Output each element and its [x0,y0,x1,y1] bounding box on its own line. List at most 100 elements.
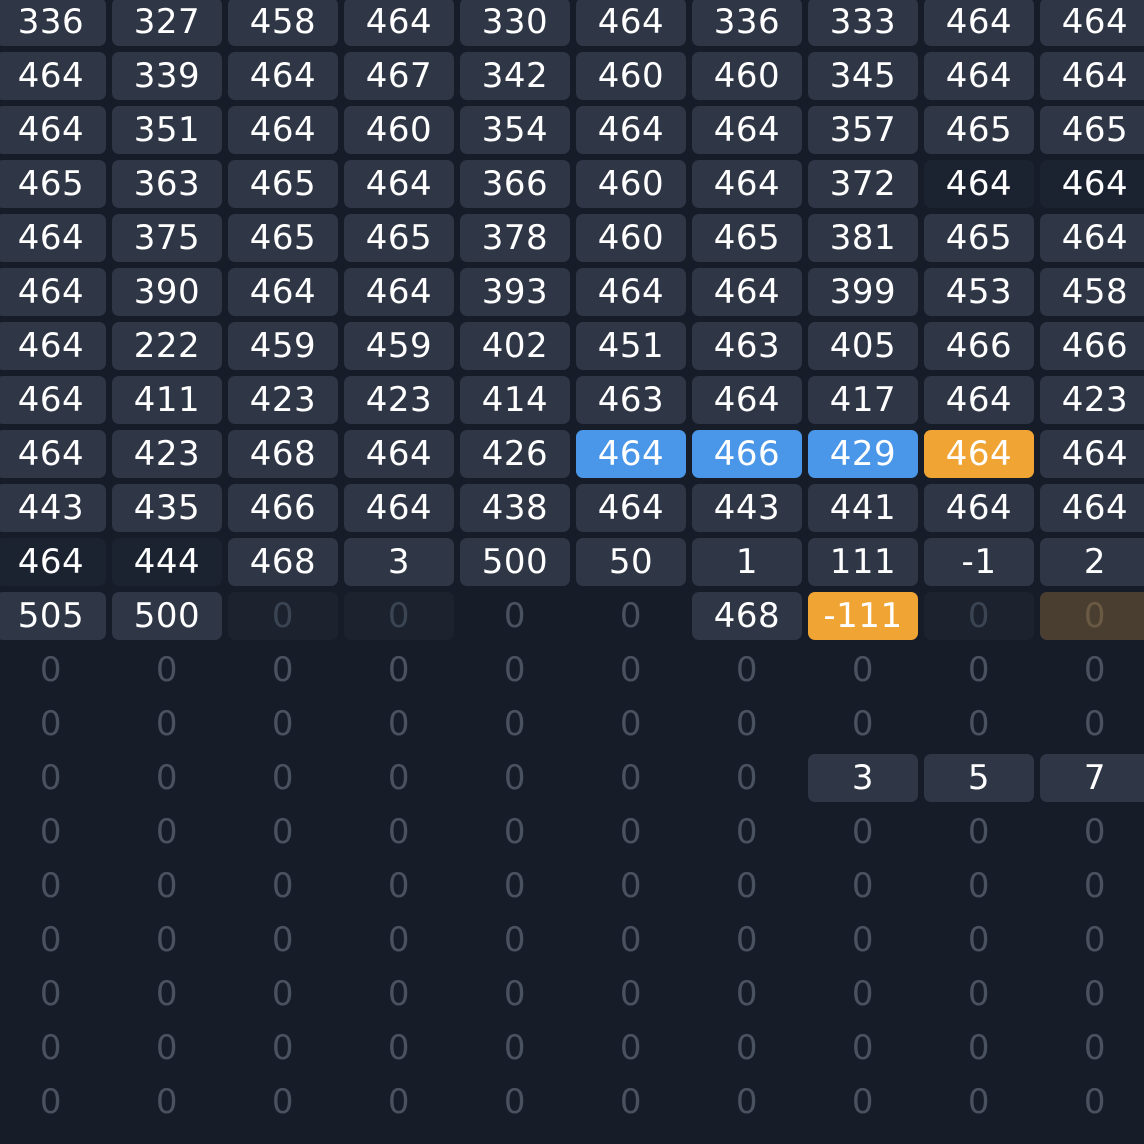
grid-cell[interactable]: 0 [460,970,570,1018]
grid-cell[interactable]: 402 [460,322,570,370]
grid-cell[interactable]: 464 [1040,160,1144,208]
grid-cell-highlighted-orange[interactable]: 464 [924,430,1034,478]
grid-cell[interactable]: 0 [808,970,918,1018]
grid-cell[interactable]: -1 [924,538,1034,586]
grid-cell[interactable]: 0 [924,1024,1034,1072]
grid-cell[interactable]: 0 [228,1024,338,1072]
grid-cell[interactable]: 500 [460,538,570,586]
grid-cell[interactable]: 0 [460,646,570,694]
grid-cell[interactable]: 0 [808,808,918,856]
grid-cell[interactable]: 464 [0,52,106,100]
grid-cell[interactable]: 458 [1040,268,1144,316]
grid-cell[interactable]: 0 [344,646,454,694]
grid-cell[interactable]: 0 [576,646,686,694]
grid-cell[interactable]: 0 [228,808,338,856]
grid-cell[interactable]: 0 [228,862,338,910]
grid-cell[interactable]: 460 [344,106,454,154]
grid-cell[interactable]: 464 [228,268,338,316]
grid-cell[interactable]: 0 [112,970,222,1018]
grid-cell[interactable]: 464 [692,376,802,424]
grid-cell-highlighted-blue[interactable]: 429 [808,430,918,478]
grid-cell[interactable]: 0 [344,970,454,1018]
grid-cell[interactable]: 0 [0,916,106,964]
grid-cell[interactable]: 463 [576,376,686,424]
grid-cell[interactable]: 378 [460,214,570,262]
grid-cell[interactable]: 464 [228,52,338,100]
grid-cell[interactable]: 464 [344,430,454,478]
grid-cell[interactable]: 500 [112,592,222,640]
grid-cell[interactable]: 0 [924,592,1034,640]
grid-cell[interactable]: 0 [1040,862,1144,910]
grid-cell[interactable]: 464 [692,160,802,208]
grid-cell[interactable]: 464 [576,106,686,154]
grid-cell[interactable]: 0 [1040,1078,1144,1126]
grid-cell[interactable]: 0 [112,916,222,964]
grid-cell[interactable]: 0 [808,646,918,694]
grid-cell[interactable]: 0 [460,592,570,640]
grid-cell[interactable]: 460 [576,214,686,262]
grid-cell[interactable]: 411 [112,376,222,424]
grid-cell[interactable]: 0 [0,1024,106,1072]
grid-cell[interactable]: 1 [692,538,802,586]
grid-cell[interactable]: 0 [692,1078,802,1126]
grid-cell[interactable]: 0 [460,808,570,856]
grid-cell[interactable]: 460 [576,160,686,208]
grid-cell[interactable]: 423 [344,376,454,424]
grid-cell[interactable]: 0 [1040,970,1144,1018]
grid-cell[interactable]: 345 [808,52,918,100]
grid-cell-highlighted-blue[interactable]: 464 [576,430,686,478]
grid-cell[interactable]: 464 [1040,214,1144,262]
grid-cell[interactable]: 7 [1040,754,1144,802]
grid-cell[interactable]: 465 [924,214,1034,262]
grid-cell[interactable]: 0 [228,700,338,748]
grid-cell[interactable]: 464 [924,160,1034,208]
grid-cell[interactable]: 3 [344,538,454,586]
grid-cell[interactable]: 464 [576,0,686,46]
grid-cell[interactable]: 0 [576,1024,686,1072]
grid-cell[interactable]: 464 [344,160,454,208]
grid-cell[interactable]: 0 [344,808,454,856]
grid-cell[interactable]: 0 [1040,700,1144,748]
grid-cell[interactable]: 464 [344,268,454,316]
grid-cell[interactable]: 0 [344,1078,454,1126]
grid-cell[interactable]: 0 [692,916,802,964]
grid-cell[interactable]: 3 [808,754,918,802]
grid-cell[interactable]: 464 [0,376,106,424]
grid-cell[interactable]: 0 [112,754,222,802]
grid-cell[interactable]: 354 [460,106,570,154]
grid-cell[interactable]: 0 [1040,916,1144,964]
grid-cell[interactable]: 0 [112,646,222,694]
grid-cell[interactable]: 0 [576,1078,686,1126]
grid-cell[interactable]: 0 [692,1024,802,1072]
grid-cell[interactable]: 458 [228,0,338,46]
grid-cell-highlighted-blue[interactable]: 466 [692,430,802,478]
grid-cell[interactable]: 0 [692,862,802,910]
grid-cell[interactable]: 336 [692,0,802,46]
grid-cell[interactable]: 464 [1040,52,1144,100]
grid-cell[interactable]: 465 [1040,106,1144,154]
grid-cell-highlighted-orange[interactable]: -111 [808,592,918,640]
grid-cell[interactable]: 0 [924,646,1034,694]
grid-cell[interactable]: 5 [924,754,1034,802]
grid-cell[interactable]: 0 [344,700,454,748]
grid-cell[interactable]: 50 [576,538,686,586]
grid-cell[interactable]: 0 [692,754,802,802]
grid-cell[interactable]: 0 [808,700,918,748]
grid-cell[interactable]: 0 [576,808,686,856]
grid-cell[interactable]: 366 [460,160,570,208]
grid-cell[interactable]: 390 [112,268,222,316]
grid-cell[interactable]: 414 [460,376,570,424]
grid-cell[interactable]: 0 [228,646,338,694]
grid-cell[interactable]: 505 [0,592,106,640]
grid-cell[interactable]: 441 [808,484,918,532]
grid-cell[interactable]: 0 [692,970,802,1018]
grid-cell[interactable]: 0 [0,862,106,910]
grid-cell[interactable]: 464 [692,106,802,154]
grid-cell[interactable]: 0 [460,862,570,910]
grid-cell[interactable]: 381 [808,214,918,262]
grid-cell[interactable]: 0 [228,754,338,802]
grid-cell[interactable]: 0 [228,592,338,640]
grid-cell[interactable]: 0 [460,700,570,748]
grid-cell[interactable]: 0 [0,808,106,856]
grid-cell[interactable]: 363 [112,160,222,208]
